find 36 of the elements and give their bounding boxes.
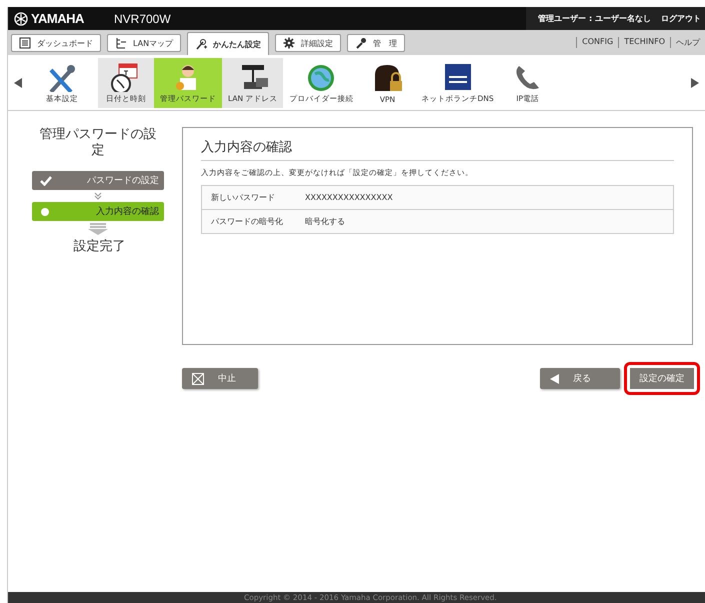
tree-icon <box>115 37 127 49</box>
header-link[interactable]: CONFIG <box>576 37 618 48</box>
nav-tab[interactable]: LANマップ <box>107 34 182 52</box>
chevron-down-icon <box>94 192 102 200</box>
wizard-title: 管理パスワードの設定 <box>38 127 158 159</box>
user-label: 管理ユーザー : ユーザー名なし <box>538 13 651 24</box>
header-link[interactable]: ヘルプ <box>670 37 705 48</box>
right-arrow-icon <box>691 78 699 88</box>
field-value: XXXXXXXXXXXXXXXX <box>305 193 393 202</box>
cancel-button[interactable]: 中止 <box>182 368 258 389</box>
logo-icon <box>14 12 28 26</box>
nav-tab[interactable]: かんたん設定 <box>187 32 270 55</box>
wizard-step: 設定完了 <box>32 237 164 255</box>
wizard-step: パスワードの設定 <box>32 171 164 190</box>
dot-icon <box>40 206 50 216</box>
field-value: 暗号化する <box>305 216 345 227</box>
brand-name: YAMAHA <box>31 11 84 26</box>
header-link[interactable]: TECHINFO <box>618 37 670 48</box>
check-icon <box>40 176 52 186</box>
panel-title: 入力内容の確認 <box>201 138 674 161</box>
logout-link[interactable]: ログアウト <box>661 13 701 24</box>
nav-tab[interactable]: 管 理 <box>347 34 406 52</box>
field-label: パスワードの暗号化 <box>211 216 284 227</box>
down-arrow-icon <box>88 223 108 235</box>
grid-icon <box>19 37 31 49</box>
back-button[interactable]: 戻る <box>540 368 620 389</box>
left-arrow-icon <box>550 374 559 384</box>
gear-icon <box>283 37 296 49</box>
wizard-step: 入力内容の確認 <box>32 202 164 221</box>
x-box-icon <box>192 372 204 384</box>
nav-tab[interactable]: ダッシュボード <box>11 34 101 52</box>
confirm-button[interactable]: 設定の確定 <box>624 362 700 395</box>
left-arrow-icon <box>14 78 22 88</box>
field-label: 新しいパスワード <box>211 192 276 203</box>
nav-tab[interactable]: 詳細設定 <box>275 34 342 52</box>
model-name: NVR700W <box>114 12 171 26</box>
